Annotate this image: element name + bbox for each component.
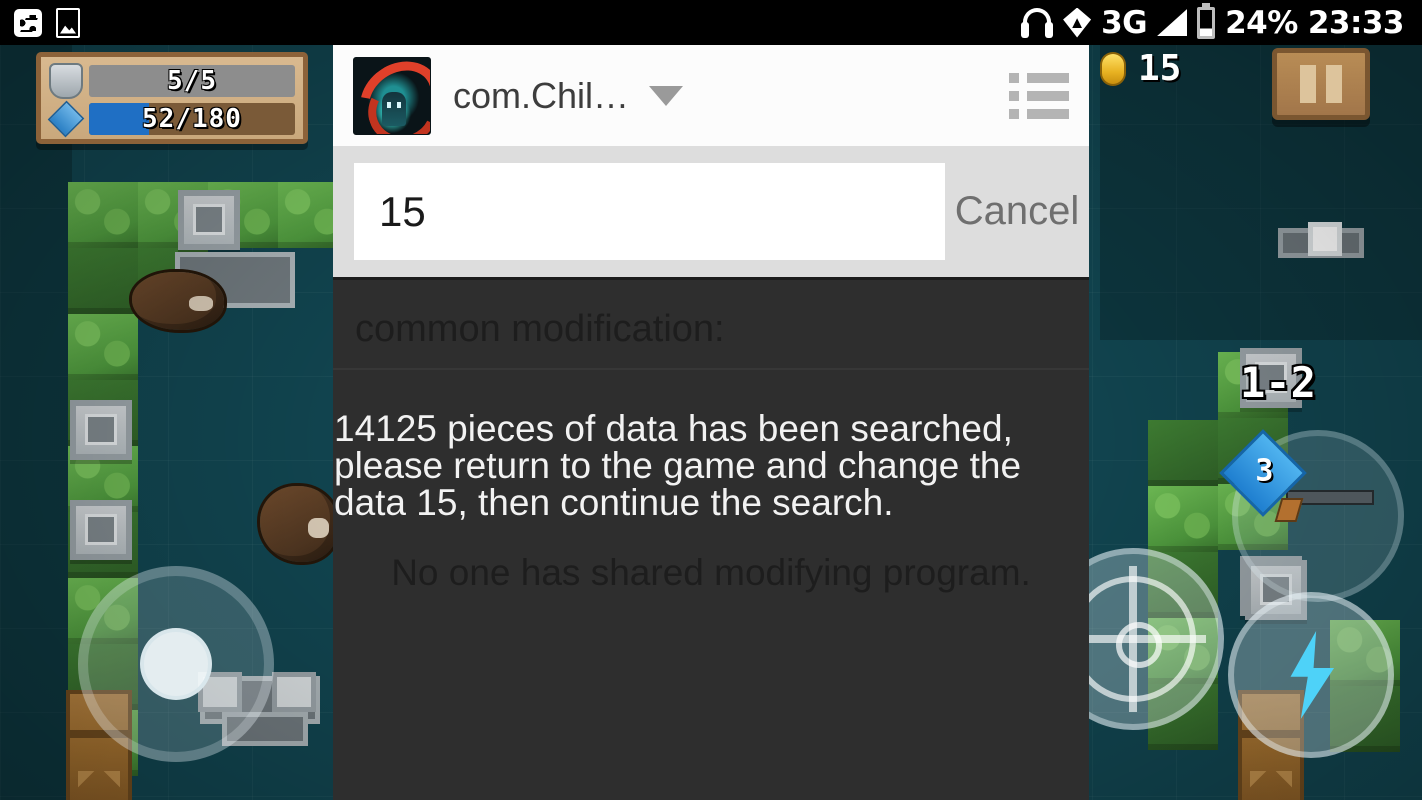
stage-label: 1-2 [1240, 358, 1316, 407]
app-icon [353, 56, 431, 135]
key-count-value: 3 [1255, 453, 1274, 489]
mana-row: 52/180 [47, 100, 295, 138]
section-label: common modification: [355, 308, 725, 350]
wifi-direct-icon [1063, 7, 1092, 38]
crate [178, 190, 240, 250]
search-input[interactable] [354, 163, 945, 260]
mana-bar: 52/180 [89, 103, 295, 135]
armor-value: 5/5 [167, 66, 217, 96]
game-guardian-overlay: com.Chil… Cancel common modification: 14… [333, 45, 1089, 800]
player-hud: 5/5 52/180 [36, 52, 308, 144]
result-body: common modification: 14125 pieces of dat… [333, 280, 1089, 797]
headset-icon [1021, 7, 1053, 38]
joystick-knob[interactable] [140, 628, 212, 700]
clock-label: 23:33 [1307, 4, 1405, 41]
network-type-label: 3G [1101, 4, 1148, 41]
search-row: Cancel [333, 146, 1089, 280]
pause-bar-icon [1300, 65, 1316, 103]
share-icon [14, 8, 42, 37]
no-share-text: No one has shared modifying program. [391, 552, 1031, 593]
divider [333, 368, 1089, 370]
crate [70, 500, 132, 560]
shield-icon [49, 63, 83, 99]
battery-percent-label: 24% [1225, 4, 1298, 41]
screen-root: 5/5 52/180 15 1-2 3 com.Chil… 15 Cancel … [0, 0, 1422, 800]
signal-icon [1157, 9, 1188, 36]
small-box [1308, 222, 1342, 256]
floor-shadow [0, 40, 72, 800]
status-bar-right: 3G 24% 23:33 [1021, 2, 1422, 41]
pause-bar-icon [1326, 65, 1342, 103]
cancel-button[interactable]: Cancel [945, 189, 1089, 234]
battery-icon [1197, 2, 1216, 39]
gold-value: 15 [1138, 48, 1182, 89]
small-box [272, 672, 316, 712]
lightning-bolt-icon [1290, 631, 1335, 719]
chevron-down-icon[interactable] [649, 85, 684, 106]
image-icon [56, 7, 80, 38]
skill-button[interactable] [1228, 592, 1394, 758]
enemy-creature [132, 272, 224, 330]
movement-joystick[interactable] [78, 566, 274, 762]
armor-row: 5/5 [49, 63, 295, 99]
package-name-label[interactable]: com.Chil… [453, 75, 629, 117]
dialog-header: com.Chil… [333, 45, 1089, 146]
mana-diamond-icon [47, 100, 85, 138]
enemy-creature [260, 486, 338, 562]
mana-value: 52/180 [142, 104, 242, 134]
status-bar-left [0, 7, 80, 38]
armor-bar: 5/5 [89, 65, 295, 97]
list-menu-icon[interactable] [1009, 72, 1069, 119]
result-message: 14125 pieces of data has been searched, … [334, 408, 1022, 523]
crate [70, 400, 132, 460]
gold-counter: 15 [1100, 48, 1181, 89]
android-status-bar: 3G 24% 23:33 [0, 0, 1422, 45]
pause-button[interactable] [1272, 48, 1370, 120]
coin-icon [1100, 51, 1126, 86]
